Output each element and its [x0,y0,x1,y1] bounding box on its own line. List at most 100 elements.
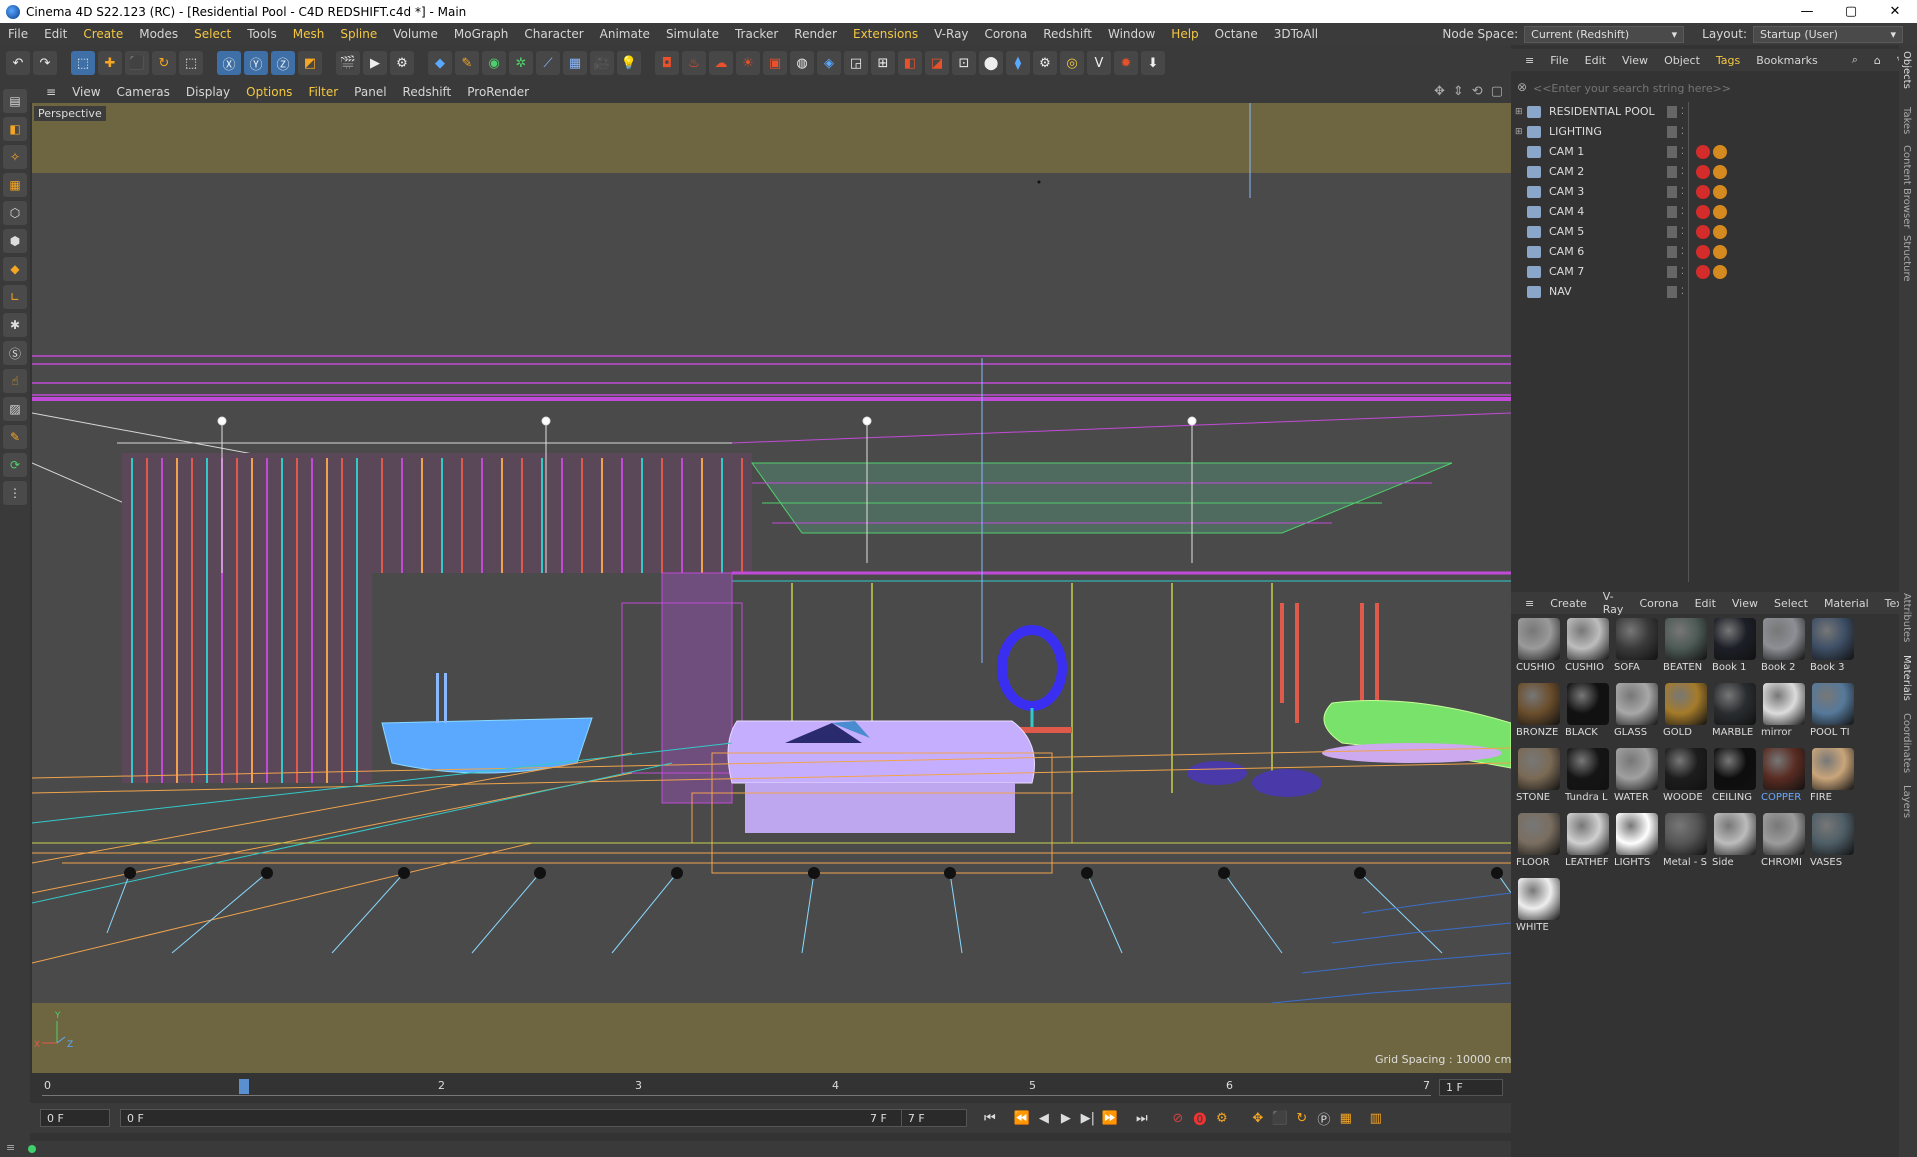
protection-tag-icon[interactable] [1713,144,1727,159]
camera-icon[interactable]: 🎥 [590,51,614,75]
material-swatch[interactable]: GOLD [1663,683,1709,745]
playhead[interactable] [239,1079,249,1094]
corona-icon[interactable]: ✹ [1114,51,1138,75]
om-menu-object[interactable]: Object [1656,54,1708,67]
close-search-icon[interactable]: ⊗ [1517,80,1527,94]
snapshot-icon[interactable]: ◪ [925,51,949,75]
coordinate-system-icon[interactable]: ◩ [298,51,322,75]
redshift-sun-icon[interactable]: ☀ [736,51,760,75]
side-tab-attributes[interactable]: Attributes [1901,593,1912,642]
layout-dropdown[interactable]: Startup (User) ▾ [1753,25,1903,43]
menu-extensions[interactable]: Extensions [845,27,926,41]
vp-menu-redshift[interactable]: Redshift [395,85,460,99]
render-visibility-icon[interactable]: ⁚ [1681,187,1693,197]
minimize-button[interactable]: — [1785,0,1829,23]
min-frame-field[interactable]: 0 F [120,1109,920,1127]
side-tab-takes[interactable]: Takes [1901,107,1912,134]
render-settings-icon[interactable]: ⚙ [390,51,414,75]
edit-visibility-icon[interactable] [1667,265,1677,278]
protection-tag-icon[interactable] [1713,224,1727,239]
redshift-material-icon[interactable]: ◍ [790,51,814,75]
object-search-input[interactable] [1533,79,1873,97]
material-swatch[interactable]: SOFA [1614,618,1660,680]
tweak-mode-icon[interactable]: ✱ [3,313,27,337]
protection-tag-icon[interactable] [1713,264,1727,279]
edit-visibility-icon[interactable] [1667,225,1677,238]
menu-volume[interactable]: Volume [385,27,446,41]
material-swatch[interactable]: FLOOR [1516,813,1562,875]
menu-edit[interactable]: Edit [36,27,75,41]
redshift-camera-tag-icon[interactable] [1696,204,1710,219]
menu-character[interactable]: Character [516,27,591,41]
home-icon[interactable]: ⌂ [1866,54,1889,67]
hamburger-icon[interactable]: ≡ [38,85,64,99]
column-divider[interactable] [1688,102,1689,582]
render-visibility-icon[interactable]: ⁚ [1681,267,1693,277]
perspective-viewport[interactable]: Y Z X [32,103,1511,1073]
menu-octane[interactable]: Octane [1207,27,1266,41]
object-row-cam-2[interactable]: CAM 2 ⁚ [1511,162,1891,181]
more-tools-icon[interactable]: ⋮ [3,481,27,505]
mm-menu-vray[interactable]: V-Ray [1595,590,1632,616]
menu-animate[interactable]: Animate [592,27,658,41]
menu-help[interactable]: Help [1163,27,1206,41]
vp-menu-options[interactable]: Options [238,85,300,99]
material-swatch[interactable]: CEILING [1712,748,1758,810]
vp-menu-filter[interactable]: Filter [300,85,346,99]
material-swatch[interactable]: FIRE [1810,748,1856,810]
octane-live-icon[interactable]: ⬤ [979,51,1003,75]
object-row-residential-pool[interactable]: ⊞ RESIDENTIAL POOL ⁚ [1511,102,1891,121]
render-visibility-icon[interactable]: ⁚ [1681,227,1693,237]
menu-3dtoall[interactable]: 3DToAll [1266,27,1326,41]
menu-modes[interactable]: Modes [131,27,186,41]
orbit-icon[interactable]: ⟲ [1472,84,1483,99]
close-button[interactable]: ✕ [1873,0,1917,23]
redshift-camera-tag-icon[interactable] [1696,144,1710,159]
points-mode-icon[interactable]: ⬡ [3,201,27,225]
render-visibility-icon[interactable]: ⁚ [1681,147,1693,157]
mm-menu-material[interactable]: Material [1816,597,1877,610]
play-icon[interactable]: ▶ [1055,1107,1077,1129]
om-menu-view[interactable]: View [1614,54,1656,67]
lock-workplane-icon[interactable]: ☝ [3,369,27,393]
object-row-cam-4[interactable]: CAM 4 ⁚ [1511,202,1891,221]
mm-menu-view[interactable]: View [1724,597,1766,610]
picture-viewer-icon[interactable]: ◲ [844,51,868,75]
redshift-camera-tag-icon[interactable] [1696,244,1710,259]
vray-icon[interactable]: V [1087,51,1111,75]
previous-key-icon[interactable]: ⏪ [1011,1107,1033,1129]
edit-visibility-icon[interactable] [1667,245,1677,258]
go-to-start-icon[interactable]: ⏮ [979,1107,1001,1129]
side-tab-content-browser[interactable]: Content Browser [1901,145,1912,228]
protection-tag-icon[interactable] [1713,164,1727,179]
render-visibility-icon[interactable]: ⁚ [1681,207,1693,217]
octane-settings-icon[interactable]: ⚙ [1033,51,1057,75]
menu-window[interactable]: Window [1100,27,1163,41]
status-menu-icon[interactable]: ≡ [6,1141,15,1154]
protection-tag-icon[interactable] [1713,204,1727,219]
subdivision-icon[interactable]: ◉ [482,51,506,75]
y-axis-icon[interactable]: Ⓨ [244,51,268,75]
rotate-icon[interactable]: ↻ [152,51,176,75]
paint-icon[interactable]: ✎ [3,425,27,449]
maximize-view-icon[interactable]: ▢ [1491,84,1503,99]
z-axis-icon[interactable]: Ⓩ [271,51,295,75]
snap-icon[interactable]: Ⓢ [3,341,27,365]
material-swatch[interactable]: BLACK [1565,683,1611,745]
render-visibility-icon[interactable]: ⁚ [1681,107,1693,117]
live-selection-icon[interactable]: ⬚ [71,51,95,75]
object-row-cam-5[interactable]: CAM 5 ⁚ [1511,222,1891,241]
expand-icon[interactable]: ⊞ [1515,127,1523,137]
start-frame-field[interactable]: 0 F [40,1109,110,1127]
render-region-icon[interactable]: ⊞ [871,51,895,75]
material-swatch[interactable]: VASES [1810,813,1856,875]
menu-render[interactable]: Render [786,27,845,41]
menu-spline[interactable]: Spline [332,27,385,41]
object-row-cam-3[interactable]: CAM 3 ⁚ [1511,182,1891,201]
dolly-icon[interactable]: ⇕ [1453,84,1464,99]
render-visibility-icon[interactable]: ⁚ [1681,287,1693,297]
go-to-end-icon[interactable]: ⏭ [1131,1107,1153,1129]
model-mode-icon[interactable]: ◧ [3,117,27,141]
scale-icon[interactable]: ⬛ [125,51,149,75]
download-icon[interactable]: ⬇ [1141,51,1165,75]
